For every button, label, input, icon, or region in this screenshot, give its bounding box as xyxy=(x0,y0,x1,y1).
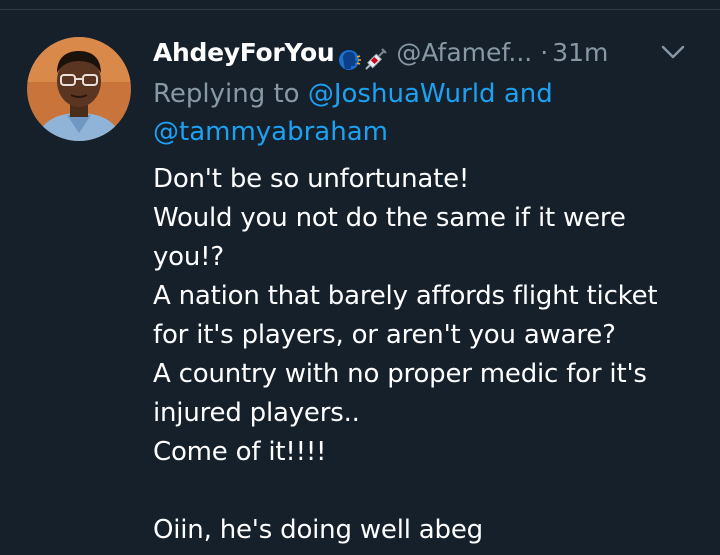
tweet-line: Oiin, he's doing well abeg xyxy=(153,515,483,545)
chevron-down-icon[interactable] xyxy=(660,41,686,63)
separator-dot: · xyxy=(540,38,549,67)
name-emojis xyxy=(336,39,388,79)
mention-conjunction: and xyxy=(503,79,553,109)
tweet-line: for it's players, or aren't you aware? xyxy=(153,320,616,350)
avatar[interactable] xyxy=(27,37,131,141)
mention-link[interactable]: @tammyabraham xyxy=(153,117,388,147)
reply-context: Replying to @JoshuaWurld and @tammyabrah… xyxy=(153,75,673,151)
syringe-emoji-icon xyxy=(365,48,388,70)
tweet-header: AhdeyForYou @Afamef... · 31m xyxy=(153,33,700,77)
reply-prefix: Replying to xyxy=(153,79,300,109)
user-handle[interactable]: @Afamef... xyxy=(396,38,532,67)
tweet-line: Would you not do the same if it were xyxy=(153,203,626,233)
tweet-line: A nation that barely affords flight tick… xyxy=(153,281,658,311)
display-name[interactable]: AhdeyForYou xyxy=(153,38,335,67)
mention-link[interactable]: @JoshuaWurld xyxy=(308,79,496,109)
tweet-line: Don't be so unfortunate! xyxy=(153,164,470,194)
timestamp[interactable]: 31m xyxy=(552,38,608,67)
speaking-head-emoji-icon xyxy=(339,50,362,70)
divider xyxy=(0,9,720,10)
tweet-line: you!? xyxy=(153,242,224,272)
tweet-card[interactable]: AhdeyForYou @Afamef... · 31m Replying to @… xyxy=(0,0,720,555)
tweet-line: injured players.. xyxy=(153,398,360,428)
tweet-line: A country with no proper medic for it's xyxy=(153,359,647,389)
tweet-line: Come of it!!!! xyxy=(153,437,327,467)
tweet-text: Don't be so unfortunate! Would you not d… xyxy=(153,160,693,550)
